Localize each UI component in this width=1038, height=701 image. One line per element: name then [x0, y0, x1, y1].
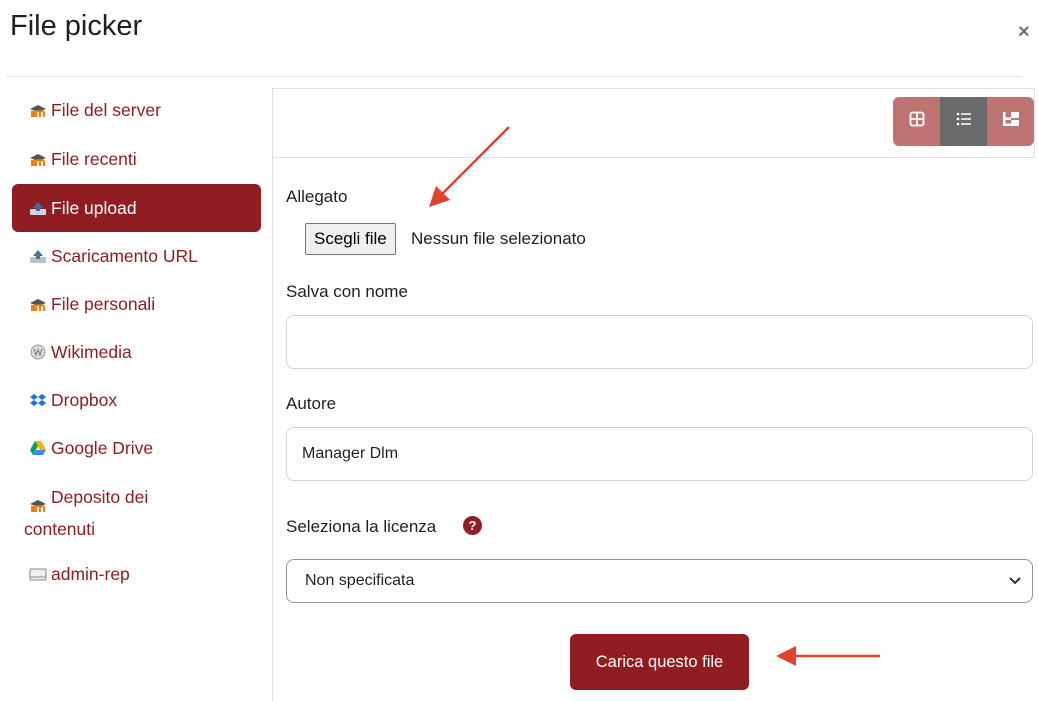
- license-label: Seleziona la licenza: [286, 517, 437, 536]
- google-drive-icon: [29, 440, 47, 456]
- attachment-label: Allegato: [286, 187, 348, 206]
- author-input[interactable]: Manager Dlm: [286, 427, 1033, 481]
- sidebar-item-label: Google Drive: [51, 437, 154, 458]
- grid-view-icon: [909, 111, 925, 132]
- tree-view-icon: [1002, 111, 1020, 132]
- sidebar-item-dropbox[interactable]: Dropbox: [12, 386, 261, 414]
- wikimedia-icon: [29, 344, 47, 360]
- sidebar-item-label: Scaricamento URL: [51, 245, 198, 266]
- save-as-label: Salva con nome: [286, 282, 408, 301]
- sidebar-item-label: Wikimedia: [51, 341, 132, 362]
- help-icon[interactable]: ?: [463, 516, 482, 535]
- upload-icon: [29, 200, 47, 216]
- sidebar-item-url-download[interactable]: Scaricamento URL: [12, 242, 261, 270]
- choose-file-button[interactable]: Scegli file: [305, 223, 396, 255]
- sidebar-item-label: File upload: [51, 197, 137, 218]
- tree-view-button[interactable]: [987, 97, 1034, 146]
- panel-border-right: [1034, 88, 1035, 158]
- no-file-selected-text: Nessun file selezionato: [411, 229, 586, 248]
- sidebar-item-label: File recenti: [51, 148, 137, 169]
- save-as-input[interactable]: [286, 315, 1033, 369]
- sidebar-item-server-files[interactable]: File del server: [12, 96, 261, 124]
- sidebar-item-personal-files[interactable]: File personali: [12, 290, 261, 318]
- url-download-icon: [29, 248, 47, 264]
- arrow-to-choose-file: [428, 126, 510, 208]
- folder-icon: [29, 566, 47, 582]
- moodle-icon: [29, 151, 47, 167]
- grid-view-button[interactable]: [893, 97, 940, 146]
- sidebar-item-label: File personali: [51, 293, 156, 314]
- moodle-icon: [29, 489, 47, 512]
- close-icon[interactable]: ×: [1018, 22, 1030, 42]
- sidebar-item-label: Deposito dei: [51, 487, 149, 507]
- author-label: Autore: [286, 394, 337, 413]
- sidebar-item-admin-rep[interactable]: admin-rep: [12, 560, 261, 588]
- sidebar-item-label: Dropbox: [51, 389, 118, 410]
- sidebar-item-recent-files[interactable]: File recenti: [12, 145, 261, 173]
- sidebar-item-google-drive[interactable]: Google Drive: [12, 434, 261, 462]
- dropbox-icon: [29, 392, 47, 408]
- toolbar-divider: [272, 157, 1034, 158]
- sidebar-item-file-upload[interactable]: File upload: [12, 184, 261, 232]
- dialog-title: File picker: [10, 10, 143, 42]
- sidebar-item-label-line2: contenuti: [24, 519, 96, 539]
- license-select[interactable]: Non specificata: [286, 559, 1033, 603]
- license-selected-value: Non specificata: [305, 572, 415, 589]
- list-view-icon: [956, 112, 972, 131]
- sidebar-item-label: File del server: [51, 99, 161, 120]
- sidebar-item-wikimedia[interactable]: Wikimedia: [12, 338, 261, 366]
- list-view-button[interactable]: [940, 97, 987, 146]
- panel-border-left: [272, 88, 273, 701]
- moodle-icon: [29, 102, 47, 118]
- moodle-icon: [29, 296, 47, 312]
- panel-border: [272, 88, 1034, 89]
- view-mode-group: [893, 97, 1034, 146]
- header-divider: [6, 76, 1022, 77]
- sidebar-item-label: admin-rep: [51, 563, 130, 584]
- chevron-down-icon: [1008, 572, 1022, 595]
- sidebar-item-content-bank[interactable]: Deposito dei contenuti: [12, 479, 261, 547]
- upload-file-button[interactable]: Carica questo file: [570, 634, 749, 690]
